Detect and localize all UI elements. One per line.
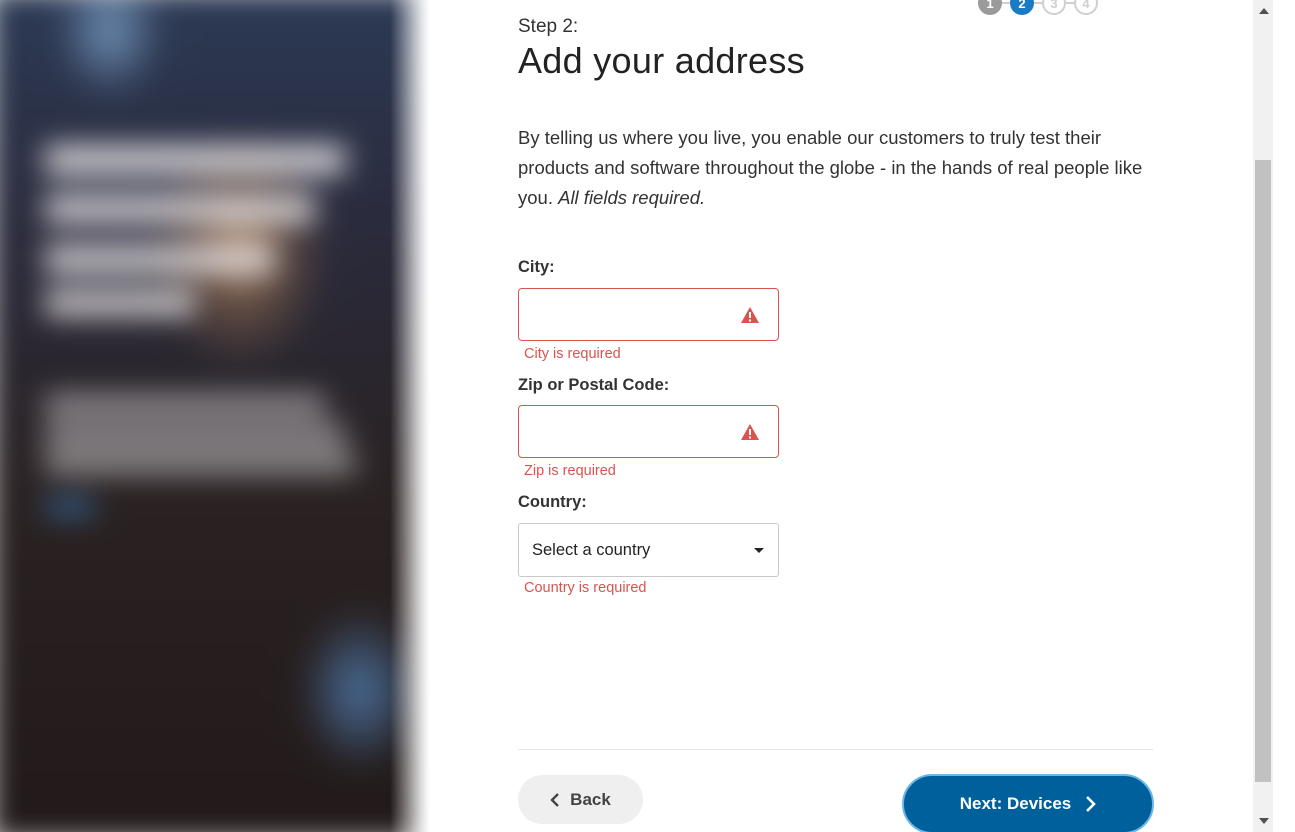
footer-divider xyxy=(518,749,1153,750)
country-label: Country: xyxy=(518,493,587,511)
step-2-indicator: 2 xyxy=(1010,0,1034,15)
step-label: Step 2: xyxy=(518,16,579,37)
caret-down-icon xyxy=(754,548,764,553)
page-title: Add your address xyxy=(518,40,805,81)
scroll-up-icon[interactable] xyxy=(1259,8,1269,14)
page-scrollbar[interactable] xyxy=(1253,0,1295,832)
chevron-right-icon xyxy=(1086,796,1097,812)
country-select[interactable]: Select a country xyxy=(518,523,779,577)
zip-field-wrapper xyxy=(518,405,779,458)
city-label: City: xyxy=(518,258,555,276)
warning-icon xyxy=(741,307,759,323)
back-button-label: Back xyxy=(570,789,611,809)
country-select-value: Select a country xyxy=(532,540,651,559)
next-button[interactable]: Next: Devices xyxy=(902,774,1154,832)
zip-label: Zip or Postal Code: xyxy=(518,376,670,394)
chevron-left-icon xyxy=(550,792,560,807)
intro-text: By telling us where you live, you enable… xyxy=(518,123,1148,213)
step-1-indicator: 1 xyxy=(978,0,1002,15)
country-error: Country is required xyxy=(524,580,647,596)
back-button[interactable]: Back xyxy=(518,775,643,824)
zip-error: Zip is required xyxy=(524,463,616,479)
warning-icon xyxy=(741,424,759,440)
scroll-down-icon[interactable] xyxy=(1259,818,1269,824)
step-4-indicator: 4 xyxy=(1074,0,1098,15)
progress-stepper: 1 2 3 4 xyxy=(978,0,1098,16)
step-3-indicator: 3 xyxy=(1042,0,1066,15)
scrollbar-thumb[interactable] xyxy=(1255,160,1271,782)
city-error: City is required xyxy=(524,346,621,362)
required-note: All fields required. xyxy=(558,187,706,208)
next-button-label: Next: Devices xyxy=(959,794,1072,813)
hero-image xyxy=(0,0,430,832)
city-field-wrapper xyxy=(518,288,779,341)
